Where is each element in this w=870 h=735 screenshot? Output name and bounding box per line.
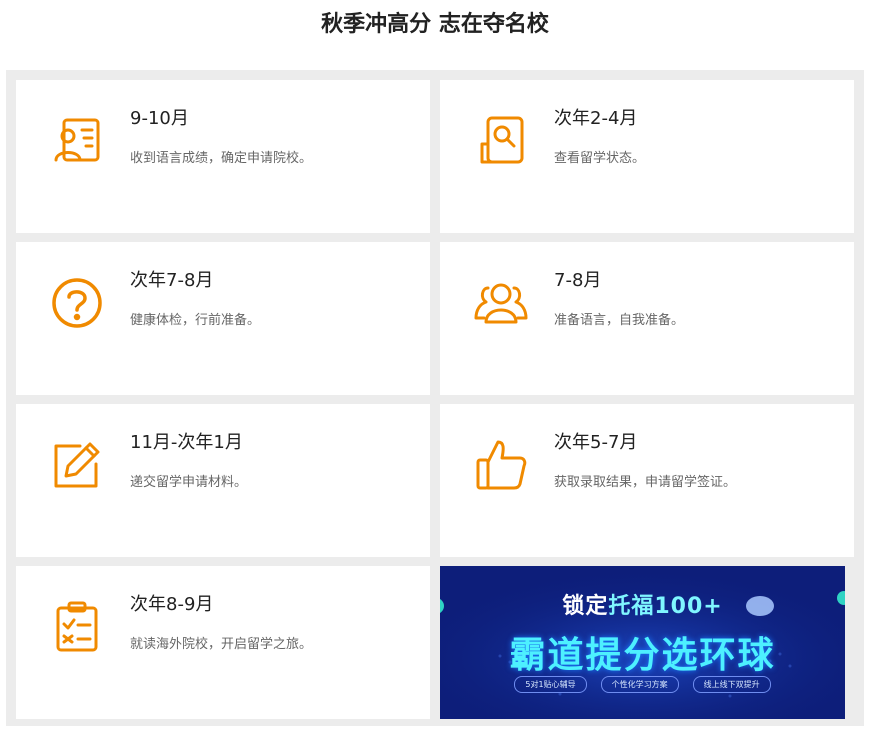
timeline-card-2[interactable]: 次年2-4月 查看留学状态。: [440, 80, 854, 233]
banner-slogan: 霸道提分选环球: [509, 635, 776, 676]
timeline-period: 次年5-7月: [554, 432, 638, 453]
banner-headline-highlight: 托福100+: [608, 594, 723, 619]
banner-feature-pill: 个性化学习方案: [600, 676, 679, 693]
timeline-desc: 收到语言成绩，确定申请院校。: [130, 151, 313, 166]
banner-headline: 锁定托福100+: [440, 588, 845, 620]
timeline-desc: 递交留学申请材料。: [130, 475, 248, 490]
timeline-period: 次年7-8月: [130, 270, 214, 291]
timeline-period: 次年2-4月: [554, 108, 638, 129]
timeline-desc: 就读海外院校，开启留学之旅。: [130, 637, 313, 652]
timeline-period: 次年8-9月: [130, 594, 214, 615]
banner-headline-prefix: 锁定: [562, 594, 609, 619]
timeline-desc: 健康体检，行前准备。: [130, 313, 261, 328]
timeline-desc: 准备语言，自我准备。: [554, 313, 685, 328]
timeline-card-4[interactable]: 7-8月 准备语言，自我准备。: [440, 242, 854, 395]
timeline-period: 9-10月: [130, 108, 189, 129]
timeline-card-6[interactable]: 次年5-7月 获取录取结果，申请留学签证。: [440, 404, 854, 557]
clipboard-checklist-icon: [50, 600, 104, 654]
page-title: 秋季冲高分 志在夺名校: [321, 12, 549, 37]
question-circle-icon: [50, 276, 104, 330]
banner-feature-pill: 线上线下双提升: [692, 676, 771, 693]
promo-banner[interactable]: 锁定托福100+ 霸道提分选环球 5对1贴心辅导 个性化学习方案 线上线下双提升: [440, 566, 845, 719]
timeline-card-5[interactable]: 11月-次年1月 递交留学申请材料。: [16, 404, 430, 557]
timeline-card-1[interactable]: 9-10月 收到语言成绩，确定申请院校。: [16, 80, 430, 233]
user-group-icon: [474, 276, 528, 330]
banner-features: 5对1贴心辅导 个性化学习方案 线上线下双提升: [440, 676, 845, 693]
edit-pencil-icon: [50, 438, 104, 492]
presenter-board-icon: [50, 114, 104, 168]
thumbs-up-icon: [474, 438, 528, 492]
timeline-period: 11月-次年1月: [130, 432, 243, 453]
timeline-card-3[interactable]: 次年7-8月 健康体检，行前准备。: [16, 242, 430, 395]
timeline-desc: 查看留学状态。: [554, 151, 646, 166]
timeline-desc: 获取录取结果，申请留学签证。: [554, 475, 737, 490]
timeline-card-7[interactable]: 次年8-9月 就读海外院校，开启留学之旅。: [16, 566, 430, 719]
banner-feature-pill: 5对1贴心辅导: [514, 676, 587, 693]
timeline-period: 7-8月: [554, 270, 602, 291]
document-search-icon: [474, 114, 528, 168]
